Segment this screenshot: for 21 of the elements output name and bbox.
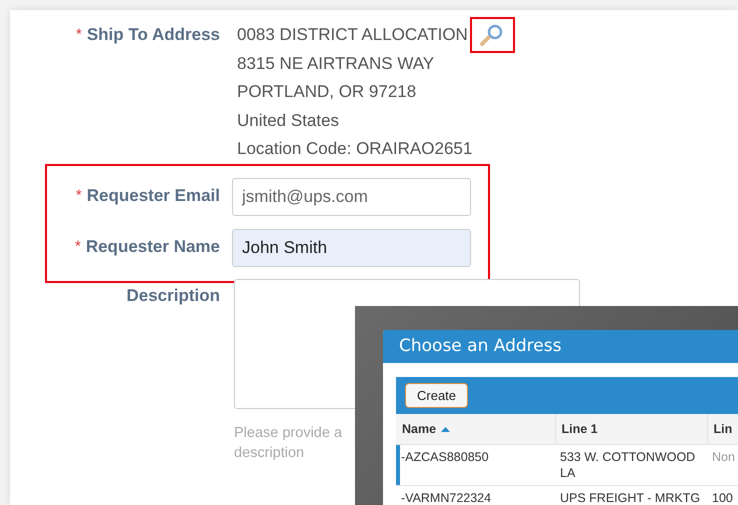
field-label: Ship To Address: [86, 24, 220, 46]
address-line: 8315 NE AIRTRANS WAY: [237, 52, 434, 74]
table-cell: -AZCAS880850: [396, 444, 555, 486]
table-cell: UPS FREIGHT - MRKTG: [555, 486, 707, 505]
table-cell: 533 W. COTTONWOOD LA: [555, 444, 707, 486]
field-label: Description: [126, 284, 220, 306]
table-cell: Non: [707, 444, 738, 486]
table-cell: 100: [707, 486, 738, 505]
address-line: 0083 DISTRICT ALLOCATION: [237, 24, 468, 46]
dialog-title: Choose an Address: [383, 330, 738, 363]
address-line: PORTLAND, OR 97218: [237, 81, 416, 103]
hint-text: Please provide a: [234, 424, 342, 440]
required-marker: *: [74, 237, 81, 258]
field-label: Requester Email: [86, 185, 220, 208]
required-marker: *: [76, 25, 82, 45]
field-label: Requester Name: [86, 236, 220, 258]
table-cell: -VARMN722324: [396, 486, 555, 505]
hint-text: description: [234, 444, 304, 460]
address-line: Location Code: ORAIRAO2651: [237, 138, 472, 160]
address-line: United States: [237, 110, 340, 132]
required-marker: *: [76, 186, 82, 206]
